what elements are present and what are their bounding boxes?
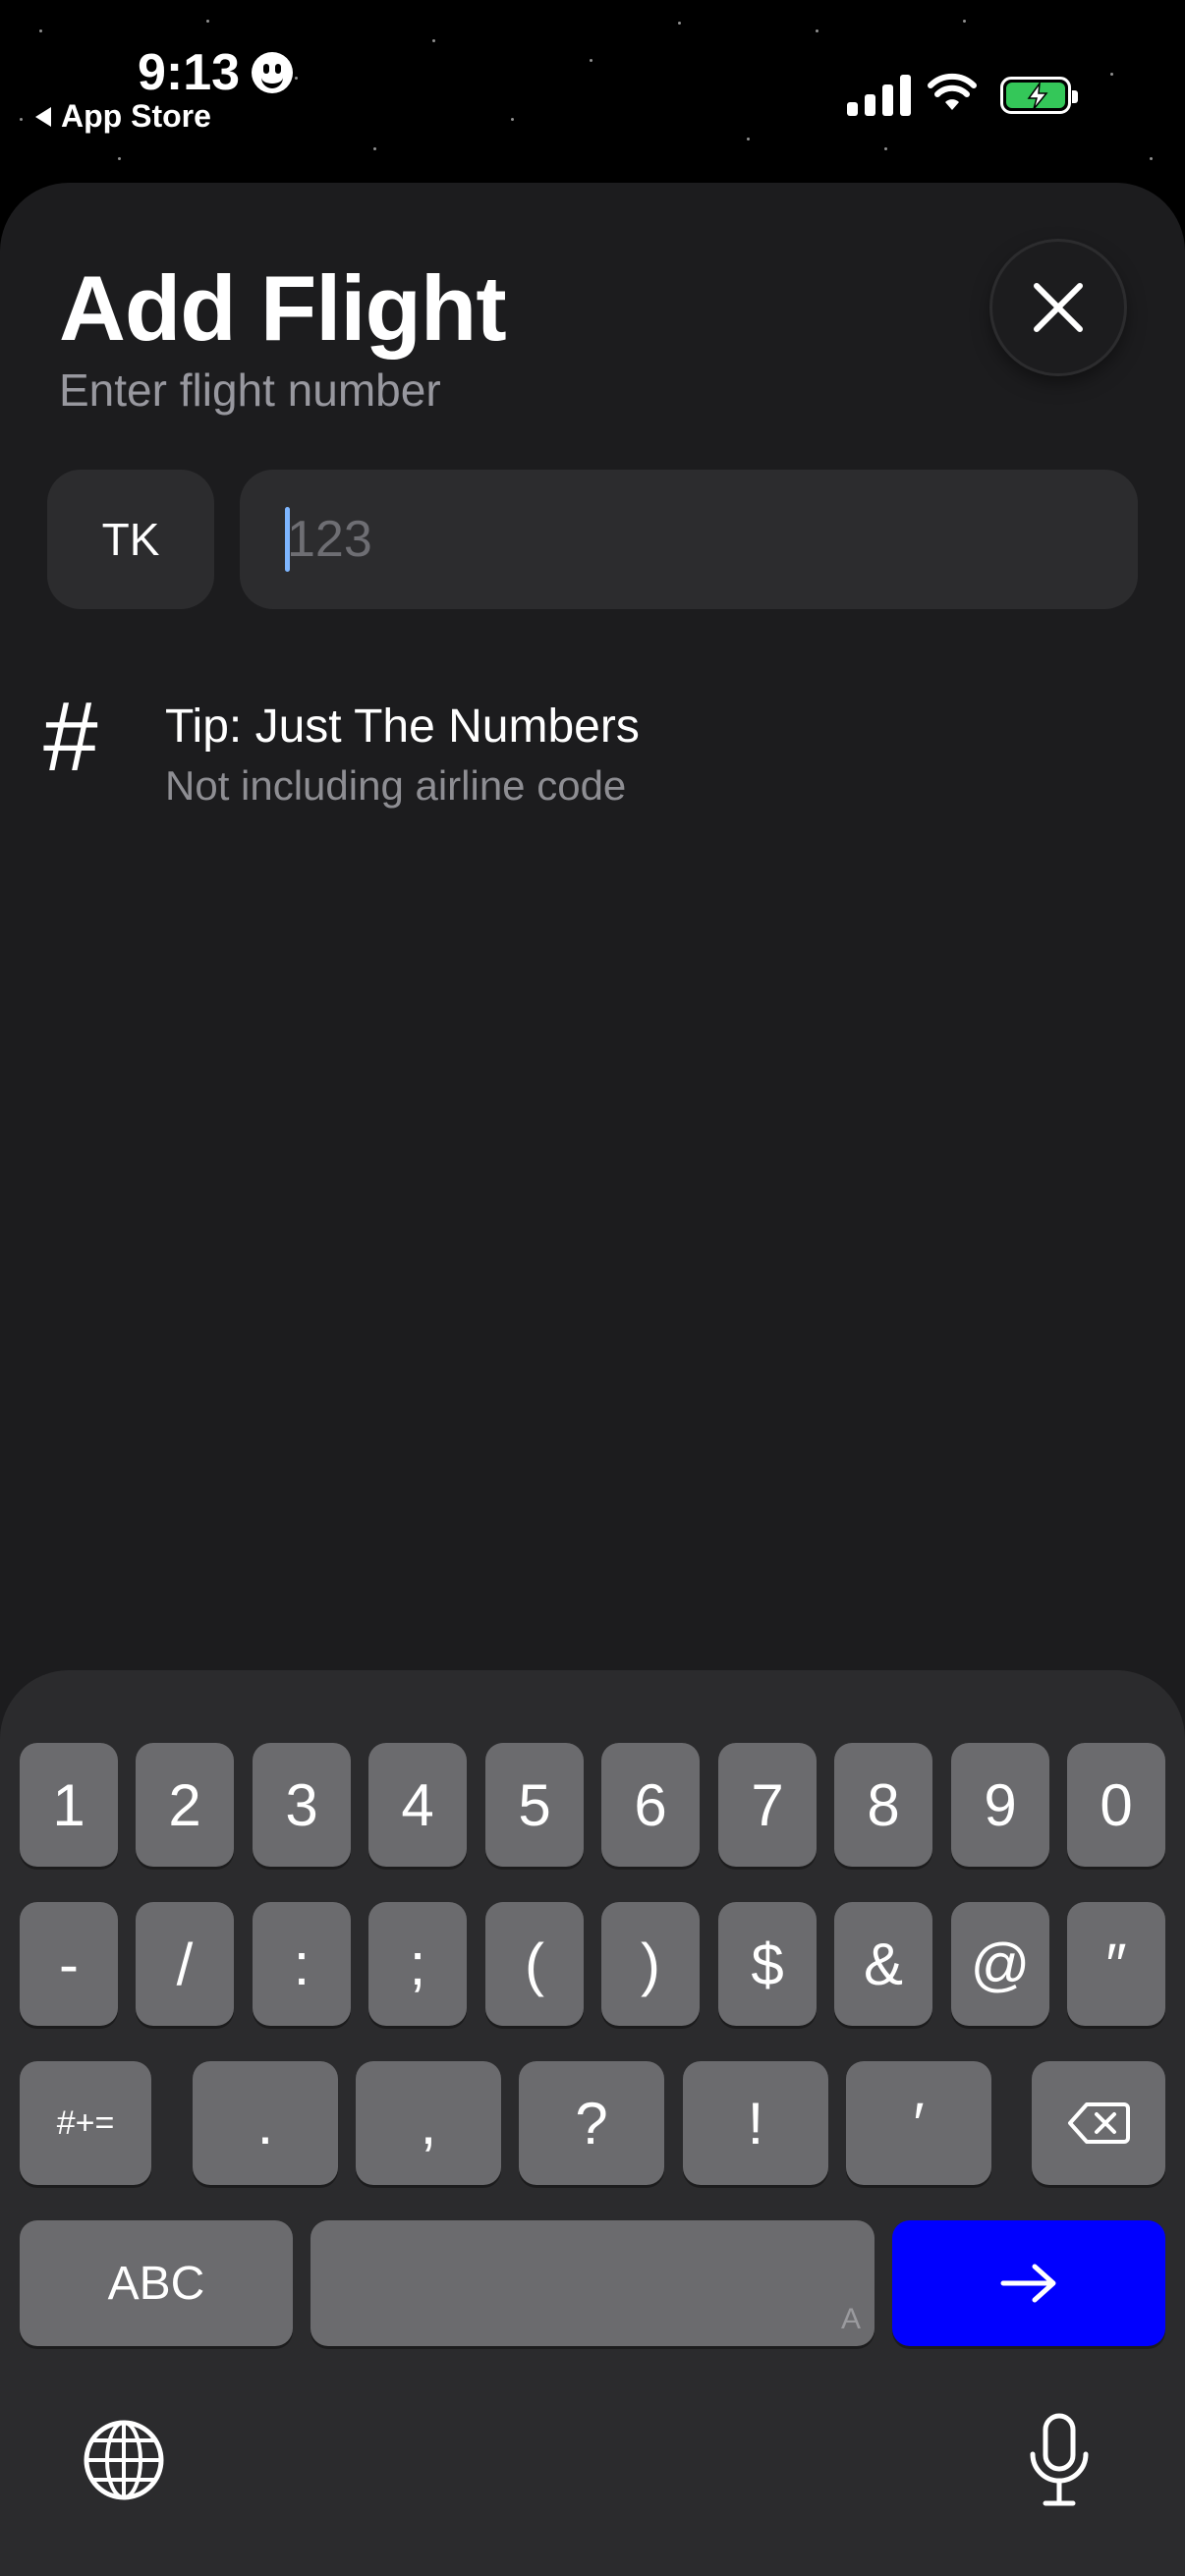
key-open-paren[interactable]: ( [485, 1902, 584, 2026]
status-time-text: 9:13 [138, 44, 241, 101]
key-6[interactable]: 6 [601, 1743, 700, 1867]
page-title: Add Flight [59, 256, 507, 360]
go-key[interactable] [892, 2220, 1165, 2346]
key-0[interactable]: 0 [1067, 1743, 1165, 1867]
tip-subtitle: Not including airline code [165, 762, 627, 809]
smiley-icon [252, 52, 294, 93]
key-9[interactable]: 9 [951, 1743, 1049, 1867]
space-key-marker: A [840, 2303, 861, 2335]
key-hyphen[interactable]: - [20, 1902, 118, 2026]
key-semicolon[interactable]: ; [368, 1902, 467, 2026]
key-abc[interactable]: ABC [20, 2220, 293, 2346]
key-quote[interactable]: ″ [1067, 1902, 1165, 2026]
key-symbols[interactable]: #+= [20, 2061, 151, 2185]
delete-key[interactable] [1032, 2061, 1165, 2185]
back-triangle-icon [35, 106, 51, 127]
key-apostrophe[interactable]: ′ [846, 2061, 991, 2185]
key-exclamation[interactable]: ! [683, 2061, 828, 2185]
keyboard: 1 2 3 4 5 6 7 8 9 0 - / : ; ( ) $ & @ ″ … [0, 1670, 1185, 2576]
globe-icon[interactable] [83, 2419, 165, 2501]
key-close-paren[interactable]: ) [601, 1902, 700, 2026]
wifi-icon [928, 73, 977, 110]
key-3[interactable]: 3 [253, 1743, 351, 1867]
signal-icon [847, 75, 911, 116]
key-comma[interactable]: , [356, 2061, 501, 2185]
battery-icon [1000, 77, 1078, 114]
airline-code-text: TK [101, 514, 160, 565]
key-question[interactable]: ? [519, 2061, 664, 2185]
close-button[interactable] [992, 242, 1124, 373]
status-time: 9:13 [138, 43, 294, 102]
microphone-icon[interactable] [1028, 2413, 1091, 2507]
key-8[interactable]: 8 [834, 1743, 932, 1867]
space-key[interactable]: A [310, 2220, 875, 2346]
hash-icon: # [43, 682, 98, 792]
back-to-app-button[interactable]: App Store [35, 98, 211, 135]
back-app-label: App Store [61, 98, 211, 134]
key-5[interactable]: 5 [485, 1743, 584, 1867]
key-2[interactable]: 2 [136, 1743, 234, 1867]
key-slash[interactable]: / [136, 1902, 234, 2026]
key-4[interactable]: 4 [368, 1743, 467, 1867]
key-1[interactable]: 1 [20, 1743, 118, 1867]
airline-code-field[interactable]: TK [47, 470, 214, 609]
tip-title: Tip: Just The Numbers [165, 700, 640, 753]
close-icon [1034, 283, 1083, 332]
key-ampersand[interactable]: & [834, 1902, 932, 2026]
delete-icon [1068, 2102, 1130, 2144]
page-subtitle: Enter flight number [59, 364, 441, 416]
flight-number-field[interactable] [240, 470, 1138, 609]
key-7[interactable]: 7 [718, 1743, 817, 1867]
key-colon[interactable]: : [253, 1902, 351, 2026]
flight-number-input[interactable] [287, 470, 1093, 609]
key-at[interactable]: @ [951, 1902, 1049, 2026]
key-dollar[interactable]: $ [718, 1902, 817, 2026]
arrow-right-icon [1000, 2264, 1056, 2303]
key-period[interactable]: . [193, 2061, 338, 2185]
